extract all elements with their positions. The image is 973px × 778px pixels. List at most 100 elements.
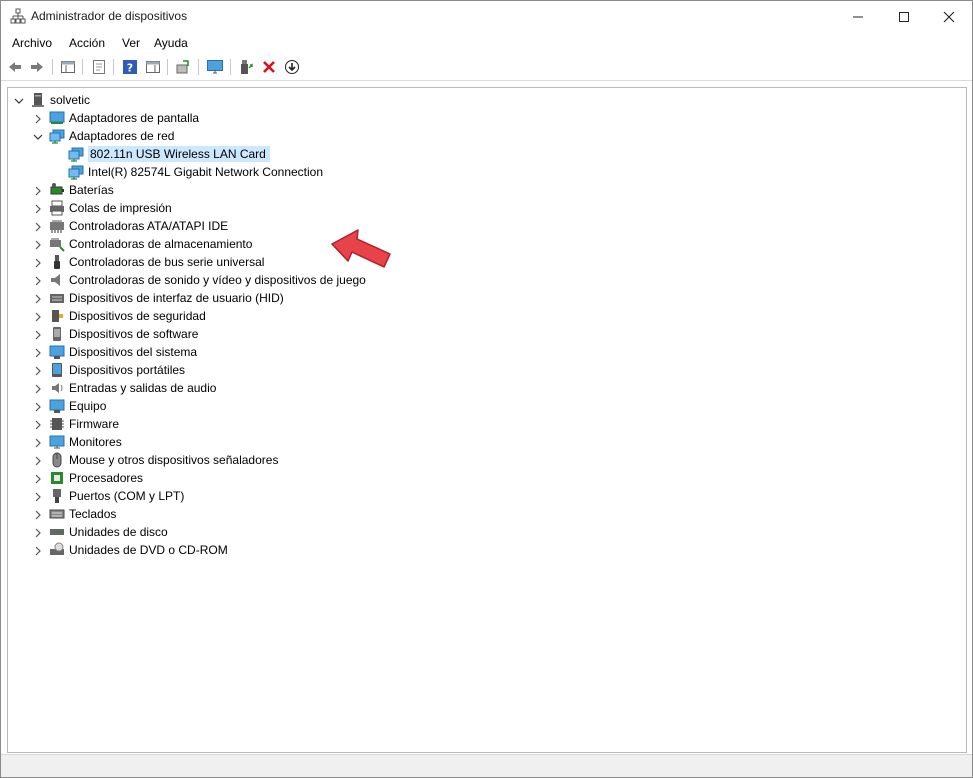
tree-category-item[interactable]: Controladoras de bus serie universal xyxy=(49,253,267,271)
keyboard-icon xyxy=(49,509,65,519)
tree-item-adaptadores-red[interactable]: Adaptadores de red xyxy=(49,127,177,145)
menu-accion[interactable]: Acción xyxy=(69,36,105,50)
expand-chevron-icon[interactable] xyxy=(33,348,43,358)
expand-chevron-icon[interactable] xyxy=(33,114,43,124)
expand-chevron-icon[interactable] xyxy=(33,384,43,394)
tree-category-label: Monitores xyxy=(69,435,122,449)
disable-device-button[interactable] xyxy=(283,58,301,76)
expand-chevron-icon[interactable] xyxy=(33,294,43,304)
tree-category-item[interactable]: Controladoras de sonido y vídeo y dispos… xyxy=(49,271,369,289)
tree-category-item[interactable]: Unidades de DVD o CD-ROM xyxy=(49,541,231,559)
window-title: Administrador de dispositivos xyxy=(31,9,188,23)
mouse-icon xyxy=(52,452,62,468)
properties-button[interactable] xyxy=(90,58,108,76)
network-adapter-icon xyxy=(68,147,84,162)
computer-view-button[interactable] xyxy=(206,58,224,76)
show-action-pane-button[interactable] xyxy=(144,58,162,76)
tree-item-adaptadores-pantalla[interactable]: Adaptadores de pantalla xyxy=(49,109,202,127)
tree-category-item[interactable]: Monitores xyxy=(49,433,125,451)
tree-category-item[interactable]: Equipo xyxy=(49,397,109,415)
tree-category-item[interactable]: Puertos (COM y LPT) xyxy=(49,487,187,505)
expand-chevron-icon[interactable] xyxy=(33,204,43,214)
help-button[interactable]: ? xyxy=(121,58,139,76)
toolbar-separator xyxy=(167,59,168,75)
scan-hardware-changes-button[interactable] xyxy=(174,58,192,76)
back-button[interactable] xyxy=(6,58,24,76)
tree-category-item[interactable]: Dispositivos de software xyxy=(49,325,201,343)
collapse-root-chevron-icon[interactable] xyxy=(14,96,24,106)
maximize-button[interactable] xyxy=(881,1,927,32)
device-tree-pane[interactable]: solvetic Adaptadores de pantalla Adaptad… xyxy=(7,87,967,753)
tree-category-label: Entradas y salidas de audio xyxy=(69,381,217,395)
tree-category-item[interactable]: Procesadores xyxy=(49,469,146,487)
expand-chevron-icon[interactable] xyxy=(33,438,43,448)
tree-item-intel-network-connection[interactable]: Intel(R) 82574L Gigabit Network Connecti… xyxy=(68,163,326,181)
expand-chevron-icon[interactable] xyxy=(33,402,43,412)
dvd-drive-icon xyxy=(50,542,64,555)
menu-archivo[interactable]: Archivo xyxy=(12,36,52,50)
audio-io-icon xyxy=(52,383,63,393)
close-icon xyxy=(943,11,955,22)
expand-chevron-icon[interactable] xyxy=(33,366,43,376)
tree-category-label: Equipo xyxy=(69,399,107,413)
help-icon: ? xyxy=(123,60,137,75)
tree-category-item[interactable]: Controladoras de almacenamiento xyxy=(49,235,255,253)
expand-chevron-icon[interactable] xyxy=(33,456,43,466)
tree-root-label: solvetic xyxy=(50,93,91,107)
expand-chevron-icon[interactable] xyxy=(33,546,43,556)
delete-x-icon xyxy=(263,61,275,73)
tree-category-item[interactable]: Dispositivos de interfaz de usuario (HID… xyxy=(49,289,287,307)
close-button[interactable] xyxy=(926,1,972,32)
update-driver-button[interactable] xyxy=(237,58,255,76)
expand-chevron-icon[interactable] xyxy=(33,474,43,484)
tree-category-item[interactable]: Firmware xyxy=(49,415,122,433)
tree-category-label: Dispositivos de software xyxy=(69,327,199,341)
tree-category-item[interactable]: Dispositivos del sistema xyxy=(49,343,200,361)
toolbar: ? xyxy=(1,54,972,81)
tree-category-item[interactable]: Unidades de disco xyxy=(49,523,171,541)
expand-chevron-icon[interactable] xyxy=(33,420,43,430)
expand-chevron-icon[interactable] xyxy=(33,330,43,340)
expand-chevron-icon[interactable] xyxy=(33,492,43,502)
tree-root[interactable]: solvetic xyxy=(30,91,93,109)
title-bar[interactable]: Administrador de dispositivos xyxy=(1,1,972,32)
tree-category-item[interactable]: Mouse y otros dispositivos señaladores xyxy=(49,451,281,469)
tree-category-item[interactable]: Colas de impresión xyxy=(49,199,175,217)
expand-chevron-icon[interactable] xyxy=(33,186,43,196)
action-pane-icon xyxy=(146,61,160,73)
device-manager-window: Administrador de dispositivos Archivo Ac… xyxy=(0,0,973,778)
network-adapter-icon xyxy=(49,129,65,144)
system-device-icon xyxy=(49,345,65,359)
ide-controller-icon xyxy=(50,220,64,233)
menu-ver[interactable]: Ver xyxy=(122,36,140,50)
portable-device-icon xyxy=(52,363,62,377)
expand-chevron-icon[interactable] xyxy=(33,312,43,322)
collapse-chevron-icon[interactable] xyxy=(33,132,43,142)
tree-category-item[interactable]: Baterías xyxy=(49,181,117,199)
forward-button[interactable] xyxy=(28,58,46,76)
scan-hardware-icon xyxy=(176,60,189,74)
computer-icon xyxy=(49,399,65,413)
tree-category-item[interactable]: Dispositivos portátiles xyxy=(49,361,188,379)
tree-category-item[interactable]: Entradas y salidas de audio xyxy=(49,379,219,397)
tree-category-item[interactable]: Controladoras ATA/ATAPI IDE xyxy=(49,217,231,235)
show-hide-console-tree-button[interactable] xyxy=(59,58,77,76)
expand-chevron-icon[interactable] xyxy=(33,258,43,268)
expand-chevron-icon[interactable] xyxy=(33,528,43,538)
tree-item-wireless-lan-card[interactable]: 802.11n USB Wireless LAN Card xyxy=(68,145,270,163)
back-arrow-icon xyxy=(9,62,21,72)
annotation-arrow-icon xyxy=(331,229,391,268)
tree-category-label: Puertos (COM y LPT) xyxy=(69,489,185,503)
minimize-button[interactable] xyxy=(835,1,881,32)
expand-chevron-icon[interactable] xyxy=(33,276,43,286)
expand-chevron-icon[interactable] xyxy=(33,222,43,232)
expand-chevron-icon[interactable] xyxy=(33,240,43,250)
uninstall-device-button[interactable] xyxy=(260,58,278,76)
expand-chevron-icon[interactable] xyxy=(33,510,43,520)
computer-icon xyxy=(32,93,44,107)
tree-category-item[interactable]: Teclados xyxy=(49,505,119,523)
menu-ayuda[interactable]: Ayuda xyxy=(154,36,188,50)
tree-item-label: Intel(R) 82574L Gigabit Network Connecti… xyxy=(88,165,324,179)
tree-category-item[interactable]: Dispositivos de seguridad xyxy=(49,307,209,325)
tree-category-label: Dispositivos portátiles xyxy=(69,363,186,377)
